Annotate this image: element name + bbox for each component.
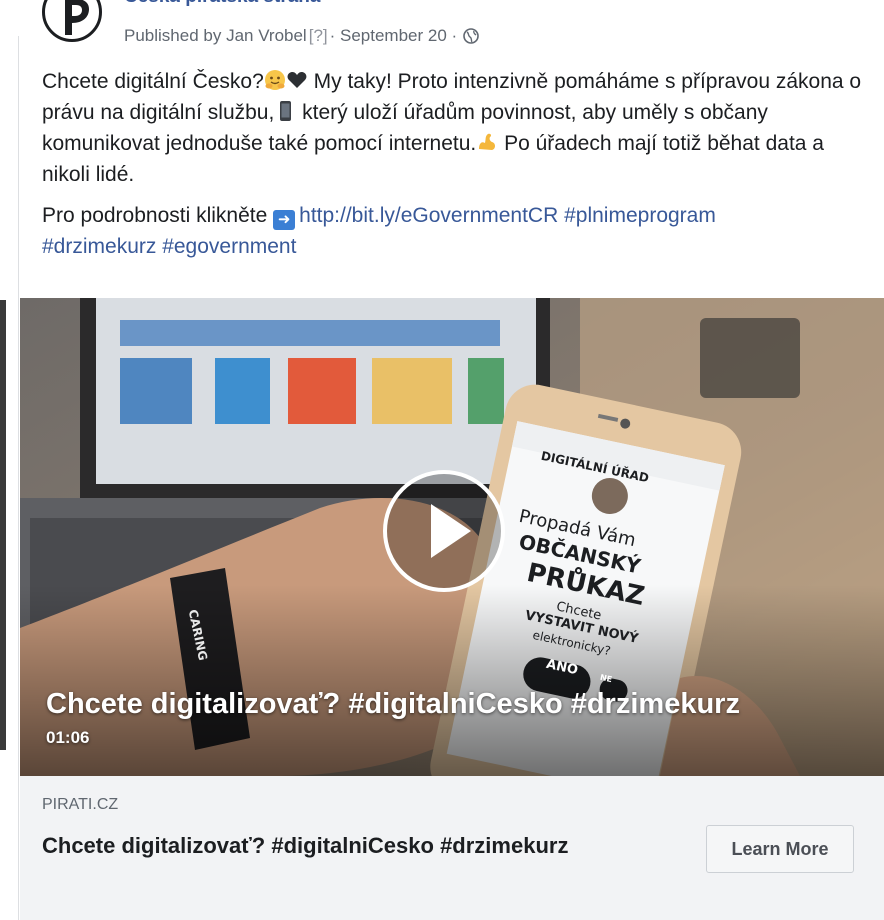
page-avatar[interactable]	[42, 0, 102, 42]
post-paragraph-2: Pro podrobnosti klikněte ➜ http://bit.ly/…	[42, 200, 862, 262]
post-text-segment: Chcete digitální Česko?	[42, 70, 264, 93]
hugging-face-emoji-icon	[264, 70, 285, 90]
link-domain: PIRATI.CZ	[42, 796, 119, 813]
link-title[interactable]: Chcete digitalizovať? #digitalniCesko #d…	[42, 830, 602, 862]
post-text: Chcete digitální Česko? My taky! Proto i…	[42, 66, 862, 272]
help-marker[interactable]: [?]	[309, 26, 328, 46]
video-player[interactable]: DIGITÁLNÍ ÚŘAD Propadá Vám OBČANSKÝ PRŮK…	[20, 298, 884, 776]
left-edge-shadow	[0, 300, 6, 750]
play-icon	[431, 504, 471, 558]
globe-icon[interactable]	[463, 28, 479, 44]
pirate-flag-logo-icon	[65, 0, 89, 35]
video-title: Chcete digitalizovať? #digitalniCesko #d…	[46, 688, 740, 720]
hashtag-link[interactable]: #drzimekurz #egovernment	[42, 235, 296, 258]
hashtag-link[interactable]: #plnimeprogram	[558, 204, 716, 227]
black-heart-emoji-icon	[287, 72, 307, 88]
post-date[interactable]: · September 20 ·	[330, 26, 458, 46]
link-preview[interactable]: PIRATI.CZ Chcete digitalizovať? #digital…	[20, 776, 884, 920]
flexed-biceps-emoji-icon	[479, 133, 496, 150]
mobile-phone-emoji-icon	[280, 101, 292, 121]
page-name-link[interactable]: Česká pirátská strana	[124, 0, 320, 8]
left-edge	[0, 0, 20, 920]
post-border	[18, 36, 19, 920]
post-url-link[interactable]: http://bit.ly/eGovernmentCR	[299, 204, 558, 227]
post-card: Česká pirátská strana Published by Jan V…	[20, 0, 884, 920]
post-text-segment: Pro podrobnosti klikněte	[42, 204, 268, 227]
post-meta: Published by Jan Vrobel [?] · September …	[124, 26, 479, 46]
play-button[interactable]	[383, 470, 505, 592]
post-paragraph-1: Chcete digitální Česko? My taky! Proto i…	[42, 66, 862, 190]
learn-more-button[interactable]: Learn More	[706, 825, 854, 873]
video-duration: 01:06	[46, 728, 90, 747]
right-arrow-emoji-icon: ➜	[273, 210, 296, 230]
published-by[interactable]: Published by Jan Vrobel	[124, 26, 307, 46]
